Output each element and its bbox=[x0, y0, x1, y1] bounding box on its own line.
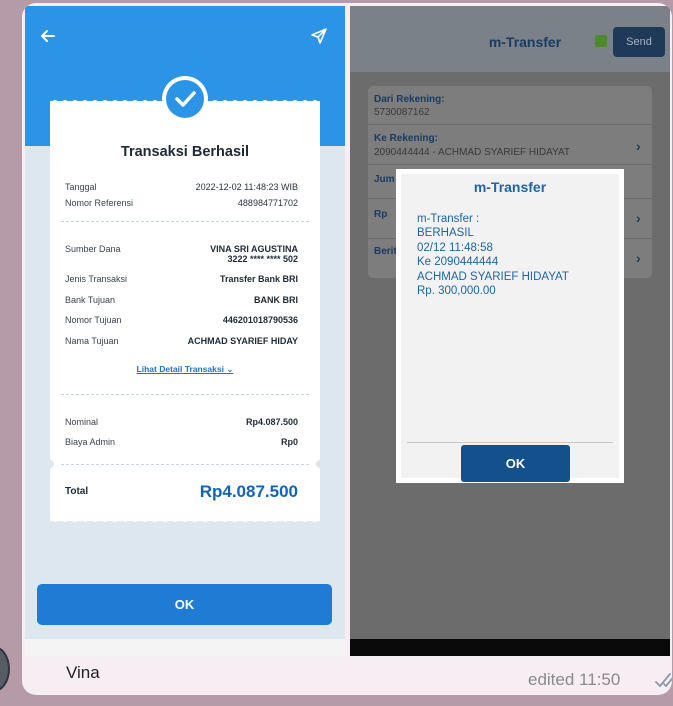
dialog-ok-button[interactable]: OK bbox=[461, 445, 570, 482]
ok-button[interactable]: OK bbox=[37, 584, 332, 625]
message-bubble: Transaksi Berhasil Tanggal 2022-12-02 11… bbox=[22, 3, 672, 695]
sender-avatar[interactable] bbox=[0, 646, 10, 692]
sumber-name: VINA SRI AGUSTINA bbox=[210, 244, 298, 254]
detail-link-label[interactable]: Lihat Detail Transaksi bbox=[137, 364, 224, 374]
nomor-value: 446201018790536 bbox=[222, 315, 298, 325]
divider bbox=[368, 164, 652, 165]
divider bbox=[61, 221, 309, 222]
dialog-message: m-Transfer : BERHASIL 02/12 11:48:58 Ke … bbox=[417, 212, 569, 298]
receipt-card bbox=[50, 101, 320, 521]
send-button[interactable]: Send bbox=[613, 27, 665, 57]
nama-label: Nama Tujuan bbox=[65, 336, 119, 346]
dialog-line: Ke 2090444444 bbox=[417, 256, 499, 269]
read-ticks-icon bbox=[655, 673, 672, 688]
divider bbox=[61, 394, 309, 395]
message-meta: edited 11:50 bbox=[528, 670, 621, 689]
nominal-value: Rp4.087.500 bbox=[245, 417, 298, 427]
detail-link[interactable]: Lihat Detail Transaksi ⌄ bbox=[25, 364, 345, 375]
receipt-edge-bottom bbox=[50, 518, 320, 522]
jenis-label: Jenis Transaksi bbox=[65, 274, 128, 284]
sumber-account: 3222 **** **** 502 bbox=[227, 254, 298, 264]
referensi-value: 488984771702 bbox=[237, 198, 298, 208]
jumlah-label: Jum bbox=[374, 174, 395, 185]
nama-value: ACHMAD SYARIEF HIDAY bbox=[187, 336, 298, 346]
back-arrow-icon[interactable] bbox=[38, 26, 58, 46]
total-label: Total bbox=[65, 486, 89, 497]
dialog-line: BERHASIL bbox=[417, 227, 474, 240]
tanggal-label: Tanggal bbox=[65, 182, 97, 192]
ke-label: Ke Rekening: bbox=[374, 133, 438, 144]
divider bbox=[407, 442, 613, 443]
right-screenshot[interactable]: m-Transfer Send Dari Rekening: 573008716… bbox=[350, 6, 670, 656]
admin-label: Biaya Admin bbox=[65, 437, 116, 447]
share-send-icon[interactable] bbox=[310, 27, 328, 45]
admin-value: Rp0 bbox=[280, 437, 298, 447]
status-indicator bbox=[595, 35, 607, 47]
chevron-right-icon[interactable]: › bbox=[636, 210, 641, 226]
android-nav-bar bbox=[350, 639, 670, 656]
jenis-value: Transfer Bank BRI bbox=[219, 274, 298, 284]
chevron-right-icon[interactable]: › bbox=[636, 250, 641, 266]
dialog-line: m-Transfer : bbox=[417, 213, 480, 225]
android-nav-bar bbox=[25, 639, 345, 656]
dialog-line: 02/12 11:48:58 bbox=[417, 241, 493, 254]
sumber-label: Sumber Dana bbox=[65, 244, 121, 254]
check-icon bbox=[175, 91, 196, 107]
bank-value: BANK BRI bbox=[254, 295, 298, 305]
success-badge bbox=[162, 76, 208, 122]
dialog-line: Rp. 300,000.00 bbox=[417, 285, 496, 298]
dari-value: 5730087162 bbox=[374, 107, 430, 118]
receipt-notch bbox=[46, 460, 54, 468]
result-dialog: m-Transfer m-Transfer : BERHASIL 02/12 1… bbox=[396, 169, 624, 483]
dari-label: Dari Rekening: bbox=[374, 94, 445, 105]
berita-label: Berit bbox=[374, 246, 397, 257]
divider bbox=[368, 124, 652, 125]
left-screenshot[interactable]: Transaksi Berhasil Tanggal 2022-12-02 11… bbox=[25, 6, 345, 656]
tanggal-value: 2022-12-02 11:48:23 WIB bbox=[195, 182, 298, 192]
nomor-label: Nomor Tujuan bbox=[65, 315, 122, 325]
dialog-line: ACHMAD SYARIEF HIDAYAT bbox=[417, 270, 569, 283]
receipt-title: Transaksi Berhasil bbox=[120, 144, 250, 160]
nominal-label: Nominal bbox=[65, 417, 99, 427]
ke-value: 2090444444 - ACHMAD SYARIEF HIDAYAT bbox=[374, 147, 571, 158]
dialog-title: m-Transfer bbox=[473, 179, 547, 195]
receipt-notch bbox=[316, 460, 324, 468]
chevron-right-icon[interactable]: › bbox=[636, 138, 641, 154]
divider bbox=[61, 464, 309, 465]
bank-label: Bank Tujuan bbox=[65, 295, 116, 305]
referensi-label: Nomor Referensi bbox=[65, 198, 134, 208]
sender-name: Vina bbox=[66, 663, 100, 682]
total-value: Rp4.087.500 bbox=[199, 482, 298, 501]
chevron-down-icon[interactable]: ⌄ bbox=[226, 364, 233, 374]
rp-label: Rp bbox=[374, 209, 388, 220]
